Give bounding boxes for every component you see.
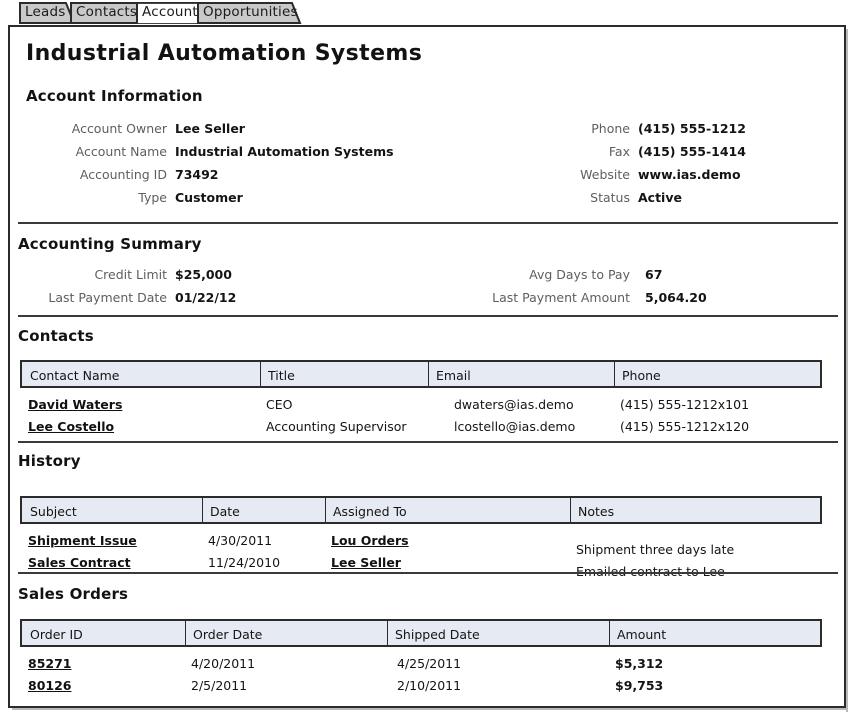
cell-amount: $5,312: [615, 656, 663, 671]
divider-contacts: [18, 441, 838, 443]
cell-email: lcostello@ias.demo: [454, 419, 575, 434]
column-separator[interactable]: [609, 621, 610, 645]
field-value-avg-days-to-pay: 67: [645, 267, 662, 282]
field-label-website: Website: [470, 167, 630, 182]
column-separator[interactable]: [260, 362, 261, 386]
field-label-fax: Fax: [470, 144, 630, 159]
cell-order-date: 4/20/2011: [191, 656, 255, 671]
column-separator[interactable]: [325, 498, 326, 522]
column-header-notes[interactable]: Notes: [578, 504, 614, 519]
tab-leads[interactable]: Leads: [18, 2, 76, 24]
section-title-account-information: Account Information: [26, 87, 203, 105]
cell-amount: $9,753: [615, 678, 663, 693]
cell-order-id[interactable]: 85271: [28, 656, 72, 671]
cell-assigned-to[interactable]: Lee Seller: [331, 555, 401, 570]
table-row[interactable]: 85271 4/20/2011 4/25/2011 $5,312: [20, 654, 822, 676]
cell-shipped-date: 4/25/2011: [397, 656, 461, 671]
cell-phone: (415) 555-1212x120: [620, 419, 749, 434]
field-label-phone: Phone: [470, 121, 630, 136]
field-value-status: Active: [638, 190, 682, 205]
column-header-email[interactable]: Email: [436, 368, 471, 383]
column-header-phone[interactable]: Phone: [622, 368, 661, 383]
tab-bar: Leads Contacts Accounts Opportunities: [0, 0, 855, 27]
sales-orders-table: Order ID Order Date Shipped Date Amount …: [20, 619, 822, 698]
divider-history: [18, 572, 838, 574]
cell-title: Accounting Supervisor: [266, 419, 407, 434]
history-table-header: Subject Date Assigned To Notes: [20, 496, 822, 524]
field-label-last-payment-date: Last Payment Date: [30, 290, 167, 305]
column-header-assigned-to[interactable]: Assigned To: [333, 504, 407, 519]
page-title: Industrial Automation Systems: [26, 41, 422, 66]
frame-shadow-right: [846, 29, 848, 712]
field-label-account-owner: Account Owner: [30, 121, 167, 136]
cell-title: CEO: [266, 397, 292, 412]
contacts-table-header: Contact Name Title Email Phone: [20, 360, 822, 388]
column-separator[interactable]: [428, 362, 429, 386]
field-value-last-payment-date: 01/22/12: [175, 290, 236, 305]
cell-date: 11/24/2010: [208, 555, 280, 570]
field-label-avg-days-to-pay: Avg Days to Pay: [470, 267, 630, 282]
cell-assigned-to[interactable]: Lou Orders: [331, 533, 409, 548]
table-row[interactable]: David Waters CEO dwaters@ias.demo (415) …: [20, 395, 822, 417]
column-header-subject[interactable]: Subject: [30, 504, 77, 519]
section-title-history: History: [18, 452, 81, 470]
field-label-credit-limit: Credit Limit: [30, 267, 167, 282]
cell-order-date: 2/5/2011: [191, 678, 247, 693]
field-value-phone: (415) 555-1212: [638, 121, 746, 136]
field-label-last-payment-amount: Last Payment Amount: [470, 290, 630, 305]
wireframe-screen: Leads Contacts Accounts Opportunities In…: [0, 0, 855, 713]
cell-email: dwaters@ias.demo: [454, 397, 574, 412]
column-header-shipped-date[interactable]: Shipped Date: [395, 627, 480, 642]
cell-subject[interactable]: Shipment Issue: [28, 533, 137, 548]
column-header-date[interactable]: Date: [210, 504, 240, 519]
column-header-title[interactable]: Title: [268, 368, 295, 383]
cell-contact-name[interactable]: Lee Costello: [28, 419, 114, 434]
tab-label: Contacts: [76, 4, 137, 20]
cell-phone: (415) 555-1212x101: [620, 397, 749, 412]
divider-account-information: [18, 222, 838, 224]
cell-subject[interactable]: Sales Contract: [28, 555, 131, 570]
divider-accounting-summary: [18, 315, 838, 317]
field-value-credit-limit: $25,000: [175, 267, 232, 282]
field-value-fax: (415) 555-1414: [638, 144, 746, 159]
field-label-accounting-id: Accounting ID: [30, 167, 167, 182]
column-header-contact-name[interactable]: Contact Name: [30, 368, 119, 383]
section-title-sales-orders: Sales Orders: [18, 585, 128, 603]
field-value-account-name: Industrial Automation Systems: [175, 144, 394, 159]
account-detail-panel: Industrial Automation Systems Account In…: [8, 25, 846, 708]
field-value-accounting-id: 73492: [175, 167, 219, 182]
column-separator[interactable]: [202, 498, 203, 522]
frame-shadow-bottom: [12, 708, 848, 710]
column-separator[interactable]: [614, 362, 615, 386]
table-row[interactable]: Lee Costello Accounting Supervisor lcost…: [20, 417, 822, 439]
field-label-status: Status: [470, 190, 630, 205]
history-table: Subject Date Assigned To Notes Shipment …: [20, 496, 822, 575]
table-row[interactable]: Shipment Issue 4/30/2011 Lou Orders Ship…: [20, 531, 822, 553]
column-separator[interactable]: [387, 621, 388, 645]
field-value-account-owner: Lee Seller: [175, 121, 245, 136]
field-label-account-name: Account Name: [30, 144, 167, 159]
column-header-amount[interactable]: Amount: [617, 627, 666, 642]
sales-orders-table-header: Order ID Order Date Shipped Date Amount: [20, 619, 822, 647]
column-separator[interactable]: [185, 621, 186, 645]
column-header-order-id[interactable]: Order ID: [30, 627, 83, 642]
section-title-contacts: Contacts: [18, 327, 94, 345]
cell-contact-name[interactable]: David Waters: [28, 397, 122, 412]
column-separator[interactable]: [570, 498, 571, 522]
tab-opportunities[interactable]: Opportunities: [196, 2, 302, 24]
field-value-type: Customer: [175, 190, 243, 205]
cell-date: 4/30/2011: [208, 533, 272, 548]
cell-order-id[interactable]: 80126: [28, 678, 72, 693]
section-title-accounting-summary: Accounting Summary: [18, 235, 202, 253]
column-header-order-date[interactable]: Order Date: [193, 627, 262, 642]
field-value-last-payment-amount: 5,064.20: [645, 290, 707, 305]
cell-shipped-date: 2/10/2011: [397, 678, 461, 693]
table-row[interactable]: 80126 2/5/2011 2/10/2011 $9,753: [20, 676, 822, 698]
field-label-type: Type: [30, 190, 167, 205]
tab-label: Leads: [25, 4, 65, 20]
field-value-website: www.ias.demo: [638, 167, 741, 182]
contacts-table: Contact Name Title Email Phone David Wat…: [20, 360, 822, 439]
tab-label: Opportunities: [203, 4, 298, 20]
